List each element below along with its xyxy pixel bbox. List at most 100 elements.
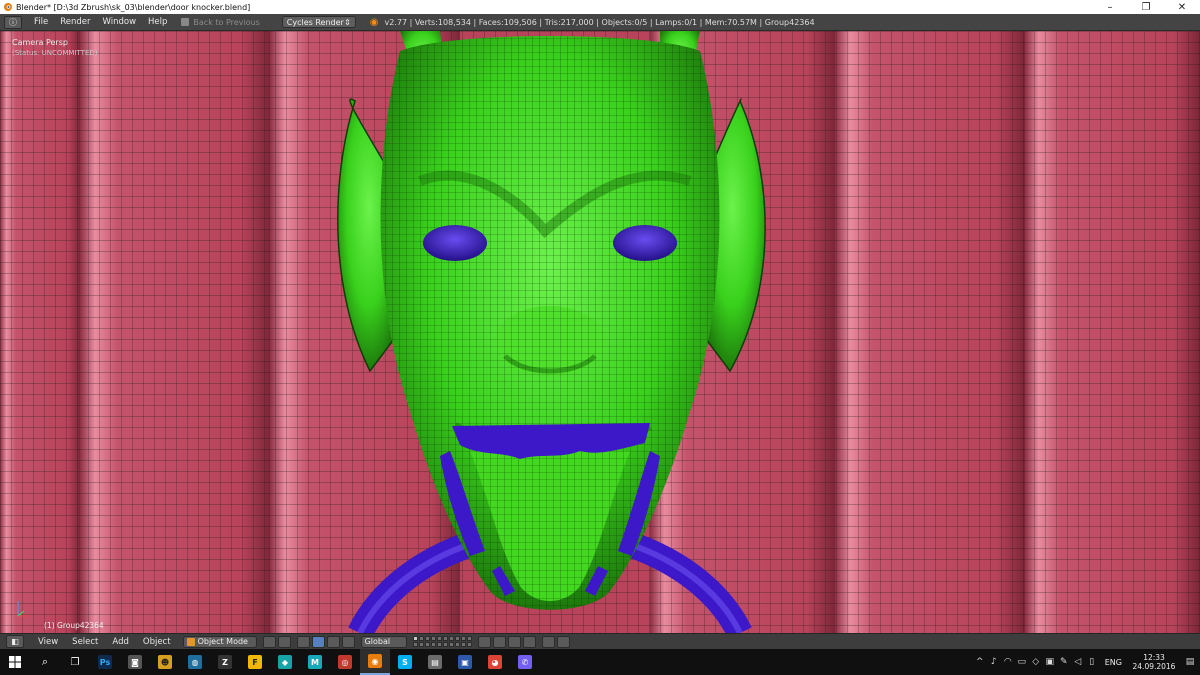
save-icon: ▣ [458, 655, 472, 669]
orientation-value: Global [364, 637, 391, 646]
translate-manipulator-button[interactable] [311, 635, 325, 648]
taskbar-app-book[interactable]: ▤ [420, 649, 450, 675]
proportional-edit-button[interactable] [522, 635, 536, 648]
snap-toggle-button[interactable] [492, 635, 506, 648]
close-button[interactable]: ✕ [1164, 0, 1200, 14]
opengl-render-button[interactable] [541, 635, 555, 648]
viewport-shading-button[interactable] [262, 635, 276, 648]
taskbar-app-maya[interactable]: M [300, 649, 330, 675]
taskbar-app-viber[interactable]: ✆ [510, 649, 540, 675]
skype-icon: S [398, 655, 412, 669]
view-status-label: (Status: UNCOMMITTED) [12, 49, 98, 57]
info-header: ⓘ File Render Window Help Back to Previo… [0, 14, 1200, 31]
snap-element-button[interactable] [507, 635, 521, 648]
taskbar-app-face-app[interactable]: ☻ [150, 649, 180, 675]
render-engine-select[interactable]: Cycles Render ⇕ [281, 16, 356, 28]
active-object-label: (1) Group42364 [44, 621, 104, 630]
notification-center-icon[interactable]: ▤ [1180, 657, 1200, 667]
app-icon: ◎ [338, 655, 352, 669]
zbrush-icon: Z [218, 655, 232, 669]
book-icon: ▤ [428, 655, 442, 669]
taskbar-app-fish-app[interactable]: ◆ [270, 649, 300, 675]
globe-app-icon: ◍ [188, 655, 202, 669]
editor-type-button-3d[interactable]: ◧ [6, 635, 24, 648]
tools-icon[interactable]: ✎ [1057, 649, 1071, 675]
minimize-button[interactable]: – [1092, 0, 1128, 14]
editor-type-button[interactable]: ⓘ [4, 15, 22, 29]
menu-file[interactable]: File [34, 17, 48, 27]
chevron-updown-icon: ⇕ [344, 17, 351, 27]
volume-icon[interactable]: ♪ [987, 649, 1001, 675]
font-app-icon: F [248, 655, 262, 669]
window-title-bar: Blender* [D:\3d Zbrush\sk_03\blender\doo… [0, 0, 1200, 14]
task-view-icon: ❐ [70, 656, 80, 668]
clock-date: 24.09.2016 [1132, 662, 1176, 671]
maya-icon: M [308, 655, 322, 669]
maximize-button[interactable]: ❐ [1128, 0, 1164, 14]
view-name-label: Camera Persp [12, 38, 68, 47]
power-icon[interactable]: ▯ [1085, 649, 1099, 675]
taskbar-app-photoshop[interactable]: Ps [90, 649, 120, 675]
manipulator-toggle-button[interactable] [296, 635, 310, 648]
task-view-button[interactable]: ❐ [60, 649, 90, 675]
taskbar-app-app[interactable]: ◎ [330, 649, 360, 675]
windows-logo-icon [9, 656, 21, 668]
menu-add[interactable]: Add [112, 637, 128, 647]
screenshot-icon: ◙ [128, 655, 142, 669]
taskbar-app-font-app[interactable]: F [240, 649, 270, 675]
taskbar: ⌕ ❐ Ps ◙ ☻ ◍ Z F ◆ M ◎ ◉ S ▤ ▣ ◕ ✆ ^ ♪ ◠ ▭ ◇ ▣ ✎ ◁ ▯ E… [0, 649, 1200, 675]
photoshop-icon: Ps [98, 655, 112, 669]
layer-buttons[interactable] [412, 636, 472, 647]
3d-viewport[interactable]: Camera Persp (Status: UNCOMMITTED) (1) G… [0, 31, 1200, 633]
opengl-anim-button[interactable] [556, 635, 570, 648]
back-to-previous-label: Back to Previous [193, 17, 260, 27]
speaker-icon[interactable]: ◁ [1071, 649, 1085, 675]
dropbox-icon[interactable]: ◇ [1029, 649, 1043, 675]
search-icon: ⌕ [41, 655, 49, 668]
input-language[interactable]: ENG [1105, 658, 1122, 667]
menu-view[interactable]: View [38, 637, 58, 647]
blender-logo-icon: ◉ [369, 16, 379, 28]
menu-render[interactable]: Render [60, 17, 90, 27]
taskbar-app-screenshot[interactable]: ◙ [120, 649, 150, 675]
back-icon [181, 18, 190, 26]
network-icon[interactable]: ▭ [1015, 649, 1029, 675]
wifi-icon[interactable]: ◠ [1001, 649, 1015, 675]
taskbar-app-chrome[interactable]: ◕ [480, 649, 510, 675]
viewport-scene [0, 31, 1200, 633]
rotate-manipulator-button[interactable] [326, 635, 340, 648]
taskbar-app-skype[interactable]: S [390, 649, 420, 675]
render-engine-value: Cycles Render [286, 17, 344, 27]
chevron-up-icon[interactable]: ^ [973, 649, 987, 675]
face-app-icon: ☻ [158, 655, 172, 669]
back-to-previous-button[interactable]: Back to Previous [181, 17, 260, 27]
taskbar-app-globe-app[interactable]: ◍ [180, 649, 210, 675]
menu-help[interactable]: Help [148, 17, 167, 27]
blender-app-icon [4, 3, 12, 11]
3d-view-header: ◧ View Select Add Object Object Mode Glo… [0, 633, 1200, 649]
scale-manipulator-button[interactable] [341, 635, 355, 648]
start-button[interactable] [0, 649, 30, 675]
taskbar-app-blender[interactable]: ◉ [360, 649, 390, 675]
mode-value: Object Mode [197, 637, 248, 646]
clock-time: 12:33 [1143, 653, 1165, 662]
chrome-icon: ◕ [488, 655, 502, 669]
object-mode-icon [186, 637, 195, 646]
scene-stats: v2.77 | Verts:108,534 | Faces:109,506 | … [384, 17, 815, 27]
system-tray: ^ ♪ ◠ ▭ ◇ ▣ ✎ ◁ ▯ ENG 12:33 24.09.2016 ▤ [973, 649, 1200, 675]
menu-select[interactable]: Select [72, 637, 98, 647]
taskbar-app-save[interactable]: ▣ [450, 649, 480, 675]
fish-app-icon: ◆ [278, 655, 292, 669]
viber-icon: ✆ [518, 655, 532, 669]
pivot-point-button[interactable] [277, 635, 291, 648]
transform-orientation-select[interactable]: Global [360, 635, 407, 648]
screen-icon[interactable]: ▣ [1043, 649, 1057, 675]
lock-camera-button[interactable] [477, 635, 491, 648]
mode-select[interactable]: Object Mode [182, 635, 257, 648]
search-button[interactable]: ⌕ [30, 649, 60, 675]
system-clock[interactable]: 12:33 24.09.2016 [1128, 653, 1180, 671]
menu-object[interactable]: Object [143, 637, 171, 647]
menu-window[interactable]: Window [103, 17, 137, 27]
taskbar-app-zbrush[interactable]: Z [210, 649, 240, 675]
blender-icon: ◉ [368, 654, 382, 668]
